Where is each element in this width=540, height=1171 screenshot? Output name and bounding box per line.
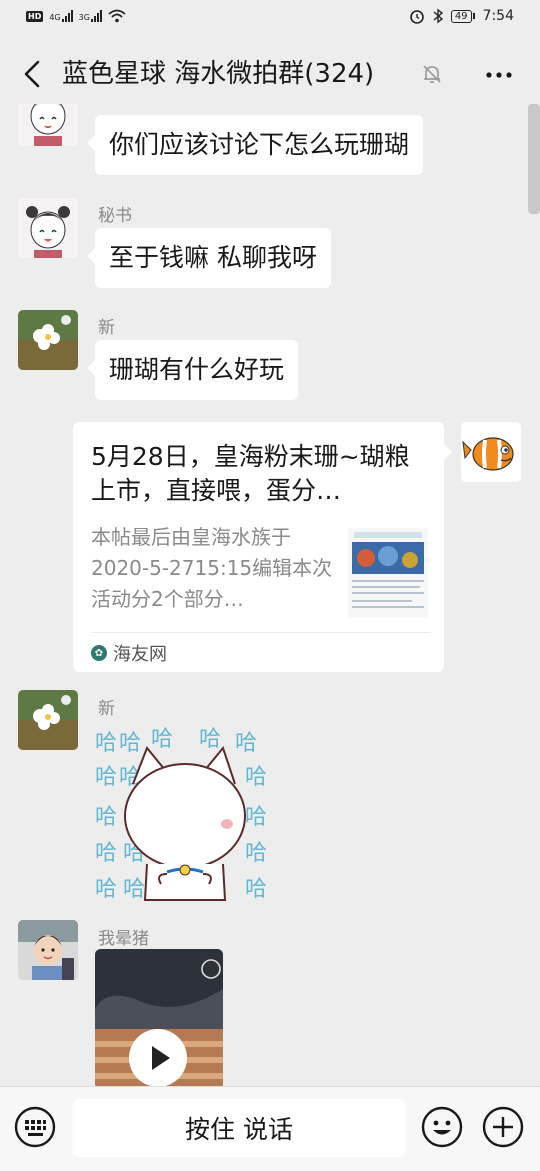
card-source: ✿ 海友网: [91, 640, 167, 666]
signal-icon: [61, 10, 73, 22]
emoji-icon[interactable]: [421, 1106, 463, 1148]
svg-text:哈: 哈: [245, 765, 267, 790]
sender-name: 秘书: [98, 206, 132, 226]
hd-tag: HD: [26, 10, 44, 22]
card-description: 本帖最后由皇海水族于2020-5-2715:15编辑本次活动分2个部分…: [91, 525, 333, 611]
svg-text:哈: 哈: [235, 731, 257, 756]
sender-name: 新: [98, 699, 115, 719]
more-icon[interactable]: [484, 60, 514, 90]
video-message[interactable]: [95, 949, 223, 1086]
signal-4g: 4G: [49, 10, 73, 22]
signal-3g: 3G: [79, 10, 102, 22]
input-bar: 按住 说话: [0, 1086, 540, 1171]
battery-icon: 49: [450, 9, 475, 23]
my-avatar[interactable]: [461, 422, 521, 482]
hold-to-talk-button[interactable]: 按住 说话: [73, 1099, 405, 1157]
svg-text:哈: 哈: [245, 841, 267, 866]
message-bubble[interactable]: 你们应该讨论下怎么玩珊瑚: [86, 115, 424, 175]
sticker[interactable]: 哈哈哈哈哈 哈哈哈 哈哈 哈哈哈 哈哈哈: [95, 724, 280, 904]
plus-icon[interactable]: [482, 1106, 524, 1148]
svg-text:哈: 哈: [199, 727, 221, 752]
sender-name: 新: [98, 318, 115, 338]
svg-text:哈: 哈: [151, 727, 173, 752]
svg-text:哈: 哈: [245, 805, 267, 830]
avatar[interactable]: [18, 310, 78, 370]
bluetooth-icon: [433, 8, 443, 24]
svg-text:哈: 哈: [95, 841, 117, 866]
svg-text:哈: 哈: [95, 877, 117, 902]
card-thumbnail: [348, 528, 428, 618]
keyboard-icon[interactable]: [14, 1106, 56, 1148]
card-title: 5月28日，皇海粉末珊~瑚粮上市，直接喂，蛋分…: [91, 442, 410, 505]
svg-text:哈: 哈: [95, 731, 117, 756]
card-divider: [91, 632, 430, 633]
avatar[interactable]: [18, 198, 78, 258]
alarm-icon: [410, 10, 424, 24]
sender-name: 我晕猪: [98, 929, 149, 949]
message-bubble[interactable]: 珊瑚有什么好玩: [86, 340, 299, 400]
message-list[interactable]: 你们应该讨论下怎么玩珊瑚 秘书 至于钱嘛 私聊我呀 新 珊瑚有什么好玩 5月28…: [0, 104, 540, 1086]
svg-text:哈: 哈: [95, 765, 117, 790]
wifi-icon: [108, 9, 126, 23]
scrollbar[interactable]: [528, 104, 540, 214]
status-bar: HD 4G 3G 49 7:54: [0, 0, 540, 38]
back-arrow-icon[interactable]: [18, 54, 48, 94]
svg-text:哈: 哈: [245, 877, 267, 902]
avatar[interactable]: [18, 920, 78, 980]
avatar[interactable]: [18, 690, 78, 750]
svg-text:哈: 哈: [119, 731, 141, 756]
signal-icon: [90, 10, 102, 22]
svg-text:哈: 哈: [123, 877, 145, 902]
message-bubble[interactable]: 至于钱嘛 私聊我呀: [87, 228, 331, 288]
avatar[interactable]: [18, 104, 78, 146]
svg-text:哈: 哈: [95, 805, 117, 830]
play-icon[interactable]: [129, 1029, 187, 1086]
clock: 7:54: [482, 8, 514, 24]
chat-header: 蓝色星球 海水微拍群(324): [0, 38, 540, 110]
chat-title: 蓝色星球 海水微拍群(324): [62, 59, 375, 89]
site-logo-icon: ✿: [91, 645, 107, 661]
mute-bell-icon: [423, 65, 441, 83]
link-card[interactable]: 5月28日，皇海粉末珊~瑚粮上市，直接喂，蛋分… 本帖最后由皇海水族于2020-…: [73, 422, 452, 672]
